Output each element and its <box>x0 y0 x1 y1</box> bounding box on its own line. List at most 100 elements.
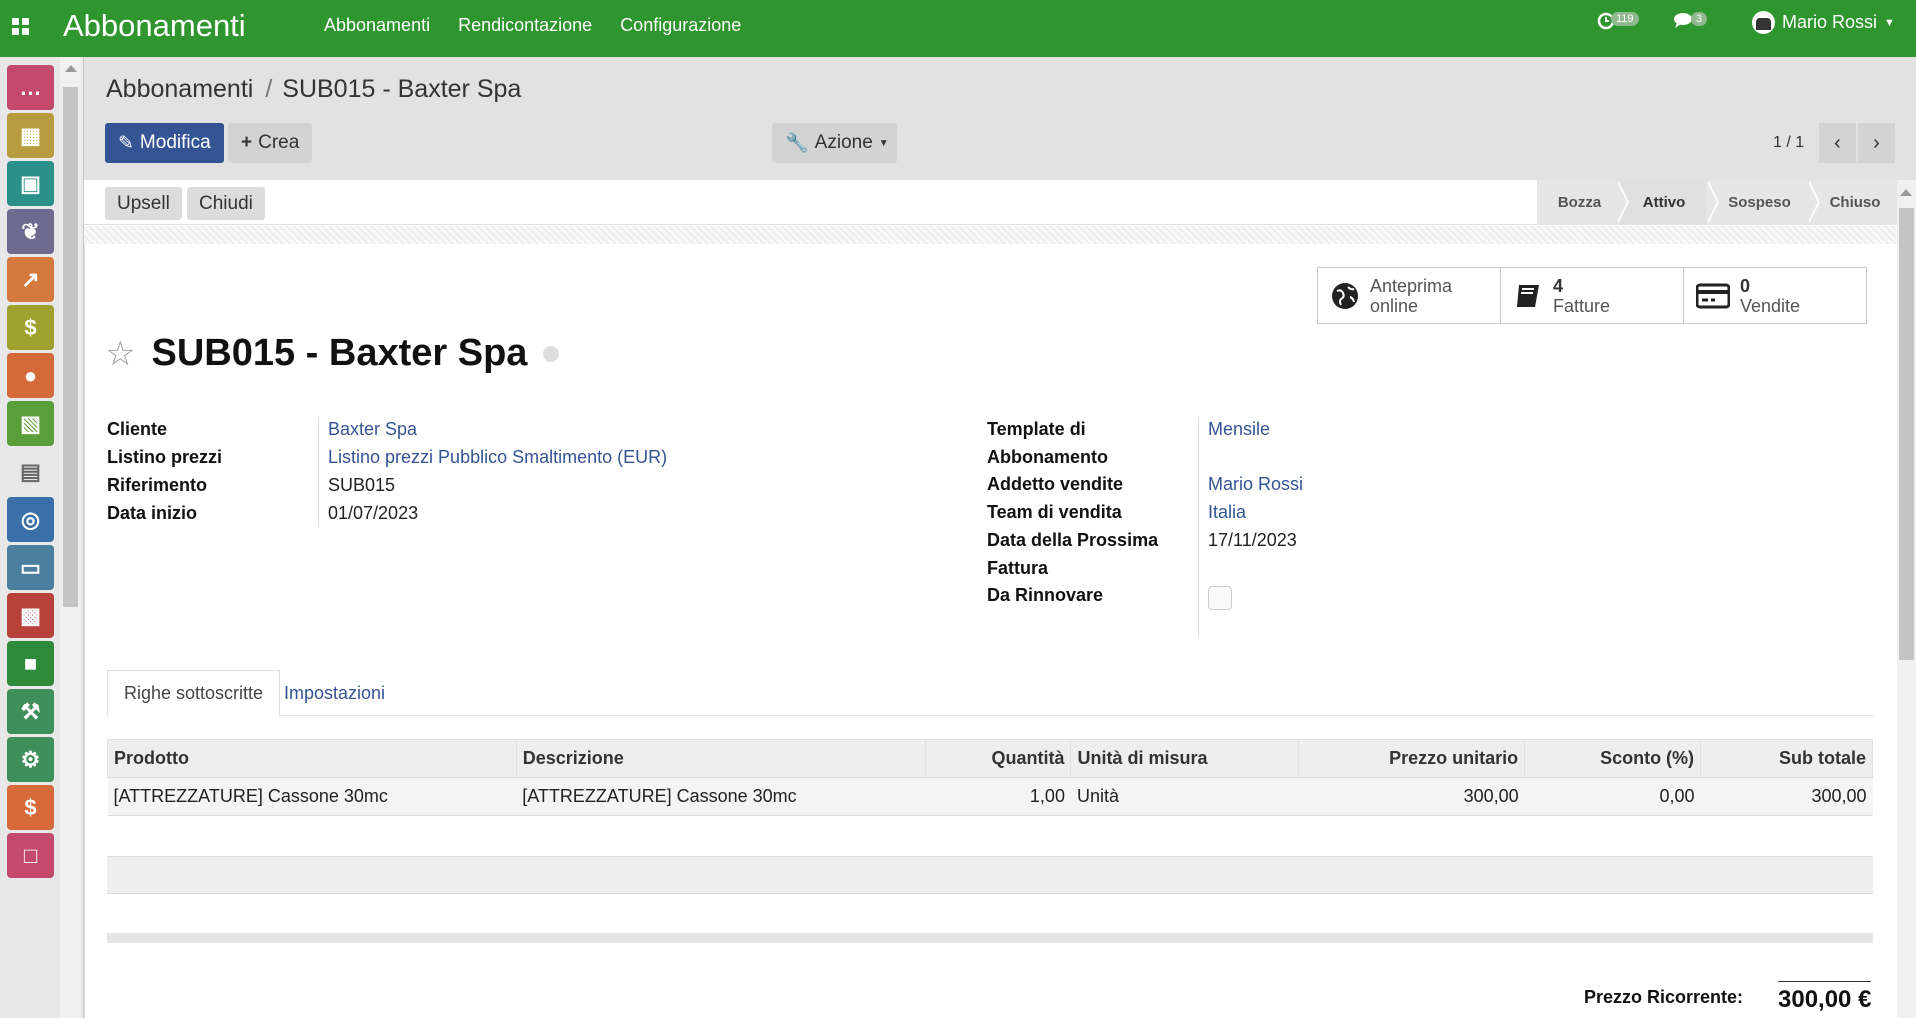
chart-icon[interactable]: ↗ <box>7 257 54 302</box>
invoices-button[interactable]: 4 Fatture <box>1500 267 1684 324</box>
handshake-icon[interactable]: ❦ <box>7 209 54 254</box>
plus-icon: + <box>241 132 253 153</box>
column-header-description[interactable]: Descrizione <box>515 739 926 778</box>
tools-icon[interactable]: ⚙ <box>7 737 54 782</box>
close-subscription-button[interactable]: Chiudi <box>187 187 265 220</box>
extra-icon[interactable]: □ <box>7 833 54 878</box>
pager-next-button[interactable]: › <box>1858 123 1895 163</box>
subscription-icon[interactable]: $ <box>7 305 54 350</box>
upsell-button[interactable]: Upsell <box>105 187 182 220</box>
calendar-icon[interactable]: ▦ <box>7 113 54 158</box>
tab-subscribed-lines[interactable]: Righe sottoscritte <box>107 670 281 716</box>
recurring-price-label: Prezzo Ricorrente: <box>1584 987 1744 1007</box>
cell-uom: Unità <box>1070 777 1299 816</box>
column-header-quantity[interactable]: Quantità <box>924 739 1072 778</box>
next-invoice-label: Data della Prossima Fattura <box>987 526 1158 582</box>
wrench-icon[interactable]: ⚒ <box>7 689 54 734</box>
cell-subtotal: 300,00 <box>1700 777 1873 816</box>
chevron-left-icon: ‹ <box>1834 131 1841 154</box>
image-icon[interactable]: ▤ <box>7 449 54 494</box>
edit-button-label: Modifica <box>139 132 211 153</box>
scroll-up-icon[interactable] <box>1900 189 1912 196</box>
customer-link[interactable]: Baxter Spa <box>328 415 417 443</box>
online-preview-line1: Anteprima <box>1370 275 1453 296</box>
wrench-icon: 🔧 <box>785 133 809 154</box>
stage-bozza[interactable]: Bozza <box>1537 180 1629 225</box>
invoices-label: Fatture <box>1553 295 1611 316</box>
control-panel: Abbonamenti / SUB015 - Baxter Spa ✎ Modific… <box>84 57 1916 180</box>
sales-team-link[interactable]: Italia <box>1208 498 1246 526</box>
pricelist-link[interactable]: Listino prezzi Pubblico Smaltimento (EUR… <box>328 443 667 471</box>
column-header-subtotal[interactable]: Sub totale <box>1700 739 1873 778</box>
notebook-tabs: Righe sottoscritte Impostazioni <box>107 670 1873 716</box>
status-bar: Upsell Chiudi Bozza Attivo Sospeso Chius… <box>84 180 1897 225</box>
pencil-icon: ✎ <box>118 132 134 154</box>
salesperson-link[interactable]: Mario Rossi <box>1208 470 1303 498</box>
reference-label: Riferimento <box>107 475 208 495</box>
apps-menu-icon[interactable] <box>8 14 30 36</box>
map-icon[interactable]: ▧ <box>7 401 54 446</box>
stage-attivo[interactable]: Attivo <box>1616 180 1719 225</box>
next-invoice-label-line2: Fattura <box>987 558 1049 578</box>
next-invoice-label-line1: Data della Prossima <box>987 530 1159 550</box>
sales-count: 0 <box>1740 275 1751 296</box>
column-header-product[interactable]: Prodotto <box>107 739 517 778</box>
online-preview-button[interactable]: Anteprima online <box>1317 267 1501 324</box>
to-renew-checkbox[interactable] <box>1208 586 1232 610</box>
tab-settings[interactable]: Impostazioni <box>268 670 401 716</box>
cell-unit-price: 300,00 <box>1298 777 1525 816</box>
book-icon <box>1517 284 1539 307</box>
cell-description: [ATTREZZATURE] Cassone 30mc <box>516 777 926 816</box>
breadcrumb-current: SUB015 - Baxter Spa <box>282 75 522 103</box>
cell-product: [ATTREZZATURE] Cassone 30mc <box>107 777 517 816</box>
edit-button[interactable]: ✎ Modifica <box>105 123 224 163</box>
table-footer-bar <box>107 933 1873 943</box>
card-icon[interactable]: ▭ <box>7 545 54 590</box>
reference-value: SUB015 <box>328 475 396 495</box>
box-icon[interactable]: ▩ <box>7 593 54 638</box>
scrollbar-thumb[interactable] <box>63 87 78 607</box>
caret-down-icon: ▼ <box>878 137 889 149</box>
breadcrumb-parent[interactable]: Abbonamenti <box>106 75 253 103</box>
next-invoice-value: 17/11/2023 <box>1208 530 1297 550</box>
top-menu: Abbonamenti Rendicontazione Configurazio… <box>324 15 741 36</box>
scrollbar-thumb[interactable] <box>1899 208 1914 660</box>
table-header-row: Prodotto Descrizione Quantità Unità di m… <box>107 739 1873 778</box>
customer-label: Cliente <box>107 419 168 439</box>
menu-abbonamenti[interactable]: Abbonamenti <box>324 15 430 36</box>
menu-rendicontazione[interactable]: Rendicontazione <box>458 15 592 36</box>
globe-icon[interactable]: ● <box>7 353 54 398</box>
sales-team-label: Team di vendita <box>987 502 1122 522</box>
main-scrollbar[interactable] <box>1897 180 1916 1018</box>
activity-count-badge: 119 <box>1611 12 1639 26</box>
scroll-up-icon[interactable] <box>65 65 77 72</box>
globe-icon <box>1332 282 1358 309</box>
column-header-unit-price[interactable]: Prezzo unitario <box>1298 739 1526 778</box>
cell-quantity: 1,00 <box>925 777 1071 816</box>
action-dropdown-label: Azione <box>814 132 873 153</box>
contacts-icon[interactable]: ▣ <box>7 161 54 206</box>
column-header-discount[interactable]: Sconto (%) <box>1524 739 1702 778</box>
column-header-uom[interactable]: Unità di misura <box>1070 739 1300 778</box>
start-date-label: Data inizio <box>107 503 198 523</box>
table-row[interactable]: [ATTREZZATURE] Cassone 30mc [ATTREZZATUR… <box>107 777 1873 816</box>
pager-previous-button[interactable]: ‹ <box>1819 123 1856 163</box>
stage-sospeso[interactable]: Sospeso <box>1706 180 1820 225</box>
user-menu[interactable]: Mario Rossi ▼ <box>1752 11 1895 34</box>
template-link[interactable]: Mensile <box>1208 415 1270 443</box>
invoice-icon[interactable]: $ <box>7 785 54 830</box>
sales-button[interactable]: 0 Vendite <box>1683 267 1867 324</box>
sidebar-scrollbar[interactable] <box>60 57 81 1018</box>
action-dropdown[interactable]: 🔧 Azione ▼ <box>772 123 897 163</box>
star-icon[interactable]: ☆ <box>105 334 135 374</box>
stage-pipeline: Bozza Attivo Sospeso Chiuso <box>1537 180 1897 225</box>
online-preview-line2: online <box>1370 295 1419 316</box>
caret-down-icon: ▼ <box>1884 16 1895 29</box>
breadcrumb: Abbonamenti / SUB015 - Baxter Spa <box>106 75 522 103</box>
lifebuoy-icon[interactable]: ◎ <box>7 497 54 542</box>
chat-icon[interactable]: … <box>7 65 54 110</box>
stage-chiuso[interactable]: Chiuso <box>1807 180 1897 225</box>
truck-icon[interactable]: ■ <box>7 641 54 686</box>
create-button[interactable]: + Crea <box>228 123 313 163</box>
menu-configurazione[interactable]: Configurazione <box>620 15 741 36</box>
